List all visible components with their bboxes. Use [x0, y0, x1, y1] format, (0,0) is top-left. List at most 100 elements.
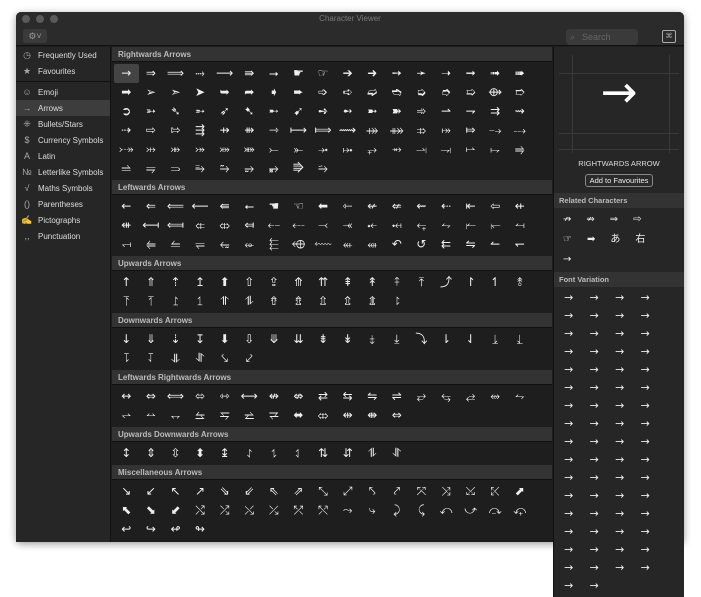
character-cell[interactable]: ⥯ — [385, 444, 410, 463]
character-cell[interactable]: ⤷ — [360, 501, 385, 520]
character-cell[interactable]: ➔ — [335, 64, 360, 83]
character-cell[interactable]: ⬲ — [286, 235, 311, 254]
character-cell[interactable]: ⇗ — [286, 482, 311, 501]
character-cell[interactable]: ⬄ — [188, 387, 213, 406]
font-variation-cell[interactable]: → — [556, 487, 582, 505]
character-cell[interactable]: ⬋ — [163, 501, 188, 520]
font-variation-cell[interactable]: → — [556, 397, 582, 415]
character-cell[interactable]: ⥄ — [458, 387, 483, 406]
character-cell[interactable]: ↡ — [335, 330, 360, 349]
character-cell[interactable]: ⇌ — [385, 387, 410, 406]
character-cell[interactable]: ⇳ — [163, 444, 188, 463]
font-variation-cell[interactable]: → — [556, 415, 582, 433]
font-variation-cell[interactable]: → — [582, 397, 608, 415]
character-cell[interactable]: ⤕ — [163, 140, 188, 159]
character-cell[interactable]: ⇭ — [360, 292, 385, 311]
character-cell[interactable]: ↑ — [114, 273, 139, 292]
character-cell[interactable]: ⤺ — [434, 501, 459, 520]
character-cell[interactable]: ⇙ — [237, 482, 262, 501]
character-cell[interactable]: ➷ — [237, 102, 262, 121]
character-cell[interactable]: ↫ — [163, 520, 188, 539]
character-cell[interactable]: ⥪ — [163, 235, 188, 254]
character-cell[interactable]: ➛ — [409, 64, 434, 83]
character-cell[interactable]: ➯ — [458, 83, 483, 102]
font-variation-cell[interactable]: → — [582, 289, 608, 307]
character-cell[interactable]: ⇀ — [434, 102, 459, 121]
character-grid[interactable]: Rightwards Arrows → ⇒ ⟹ ⤑ ⟶ ⇛ ⭢ ☛ ☞ ➔ ➜ ➙ ➛ ➝ ➞ ➟ ➠ ➡ ➢ ➣ ➤ ➥ ➦… — [112, 47, 552, 541]
font-variation-cell[interactable]: → — [607, 379, 633, 397]
character-cell[interactable]: ⥐ — [163, 406, 188, 425]
character-cell[interactable]: ⥝ — [114, 349, 139, 368]
character-cell[interactable]: ⥯ — [188, 349, 213, 368]
character-cell[interactable]: ⥓ — [409, 140, 434, 159]
sidebar-item-bullets-stars[interactable]: ⁜ Bullets/Stars — [16, 116, 110, 132]
character-cell[interactable]: ↘ — [114, 482, 139, 501]
character-cell[interactable]: ⭠ — [237, 197, 262, 216]
character-cell[interactable]: ⤑ — [188, 64, 213, 83]
font-variation-cell[interactable]: → — [607, 559, 633, 577]
character-cell[interactable]: ➢ — [139, 83, 164, 102]
character-cell[interactable]: ⇅ — [311, 444, 336, 463]
font-variation-cell[interactable]: → — [607, 451, 633, 469]
character-cell[interactable]: ➶ — [212, 102, 237, 121]
character-cell[interactable]: ⤰ — [262, 501, 287, 520]
character-cell[interactable]: ⬍ — [188, 444, 213, 463]
character-cell[interactable]: ⤓ — [385, 330, 410, 349]
character-cell[interactable]: ⥡ — [139, 349, 164, 368]
font-variation-cell[interactable]: → — [556, 307, 582, 325]
character-cell[interactable]: ⇼ — [360, 406, 385, 425]
character-cell[interactable]: ➫ — [360, 83, 385, 102]
character-cell[interactable]: ⭆ — [286, 159, 311, 178]
font-variation-cell[interactable]: → — [633, 487, 659, 505]
font-variation-cell[interactable]: → — [633, 523, 659, 541]
character-cell[interactable]: ⥕ — [483, 330, 508, 349]
character-cell[interactable]: ⤄ — [311, 406, 336, 425]
font-variation-cell[interactable]: → — [556, 433, 582, 451]
character-cell[interactable]: ⇿ — [212, 387, 237, 406]
font-variation-cell[interactable]: → — [582, 487, 608, 505]
font-variation-cell[interactable]: → — [582, 415, 608, 433]
character-cell[interactable]: ⇵ — [335, 444, 360, 463]
character-cell[interactable]: ➴ — [163, 102, 188, 121]
character-cell[interactable]: ⤴ — [434, 273, 459, 292]
character-cell[interactable]: ⇧ — [237, 273, 262, 292]
character-cell[interactable]: ➟ — [483, 64, 508, 83]
character-cell[interactable]: ➤ — [188, 83, 213, 102]
character-cell[interactable]: ⤃ — [409, 121, 434, 140]
character-cell[interactable]: ➮ — [434, 83, 459, 102]
character-cell[interactable]: ➙ — [385, 64, 410, 83]
font-variation-cell[interactable]: → — [582, 379, 608, 397]
character-cell[interactable]: ↕ — [114, 444, 139, 463]
font-variation-cell[interactable]: → — [633, 307, 659, 325]
character-cell[interactable]: ⤭ — [188, 501, 213, 520]
font-variation-cell[interactable]: → — [607, 397, 633, 415]
character-cell[interactable]: ⥌ — [237, 444, 262, 463]
character-cell[interactable]: ➱ — [508, 83, 533, 102]
sidebar-item-emoji[interactable]: ☺ Emoji — [16, 84, 110, 100]
character-cell[interactable]: ⇋ — [458, 235, 483, 254]
gear-icon[interactable]: ⚙˅ — [23, 29, 47, 43]
character-cell[interactable]: ➪ — [335, 83, 360, 102]
font-variation-cell[interactable]: → — [633, 469, 659, 487]
character-cell[interactable]: ⥑ — [286, 444, 311, 463]
font-variation-cell[interactable]: → — [633, 325, 659, 343]
character-cell[interactable]: ⇇ — [434, 235, 459, 254]
font-variation-cell[interactable]: → — [607, 541, 633, 559]
font-variation-cell[interactable]: → — [607, 487, 633, 505]
character-cell[interactable]: ➡ — [114, 83, 139, 102]
character-cell[interactable]: ↖ — [163, 482, 188, 501]
character-cell[interactable]: ⥨ — [237, 406, 262, 425]
character-cell[interactable]: ⬰ — [237, 235, 262, 254]
character-cell[interactable]: ↨ — [212, 444, 237, 463]
character-cell[interactable]: ↪ — [139, 520, 164, 539]
character-cell[interactable]: ↓ — [114, 330, 139, 349]
character-cell[interactable]: ⇫ — [311, 292, 336, 311]
character-cell[interactable]: ⤪ — [483, 482, 508, 501]
character-cell[interactable]: ⇕ — [139, 444, 164, 463]
character-cell[interactable]: ⇔ — [139, 387, 164, 406]
character-cell[interactable]: ⥲ — [212, 159, 237, 178]
font-variation-cell[interactable]: → — [633, 433, 659, 451]
character-cell[interactable]: ⬌ — [286, 406, 311, 425]
character-cell[interactable]: ⤥ — [212, 349, 237, 368]
character-cell[interactable]: ⇽ — [335, 197, 360, 216]
